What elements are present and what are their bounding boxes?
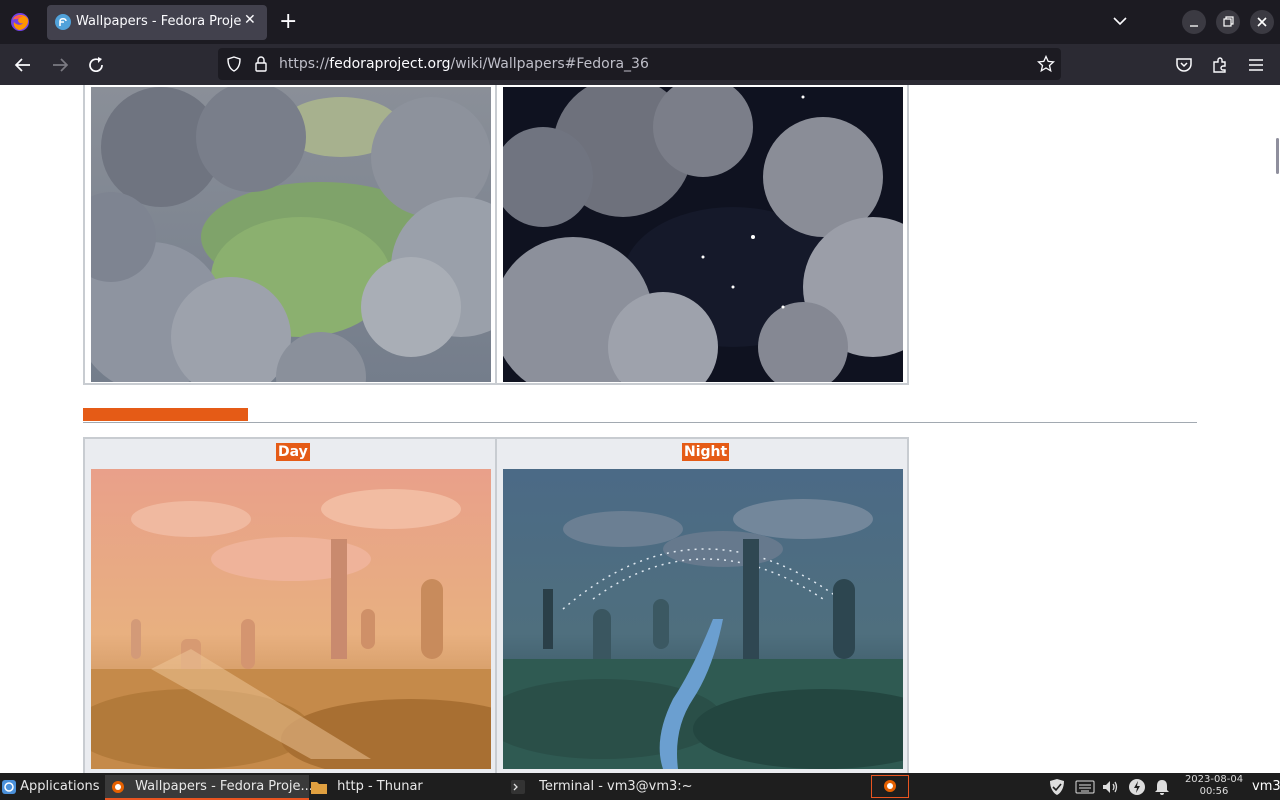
fedora-favicon xyxy=(55,14,71,30)
minimize-button[interactable] xyxy=(1182,10,1206,34)
applications-label: Applications xyxy=(20,779,100,794)
restore-icon xyxy=(1223,16,1234,27)
applications-menu[interactable]: Applications xyxy=(2,775,100,798)
minimize-icon xyxy=(1190,25,1198,27)
clouds-day-wallpaper[interactable] xyxy=(91,87,491,382)
url-domain: fedoraproject.org xyxy=(329,56,451,72)
task-firefox[interactable]: Wallpapers - Fedora Proje... xyxy=(105,775,313,800)
shield-icon[interactable] xyxy=(226,56,242,72)
tab-title: Wallpapers - Fedora Project xyxy=(76,14,242,29)
task-label: Terminal - vm3@vm3:~ xyxy=(539,779,693,794)
url-bar[interactable]: https://fedoraproject.org/wiki/Wallpaper… xyxy=(218,48,1061,80)
clock[interactable]: 2023-08-04 00:56 xyxy=(1183,774,1245,798)
folder-icon xyxy=(311,781,327,794)
gallery-cell-day: Day xyxy=(84,438,496,773)
browser-tab[interactable]: Wallpapers - Fedora Project ✕ xyxy=(47,5,267,40)
taskbar: Applications Wallpapers - Fedora Proje..… xyxy=(0,773,1280,800)
hamburger-menu-icon[interactable] xyxy=(1248,57,1264,73)
power-icon[interactable] xyxy=(1128,778,1146,796)
security-shield-icon[interactable] xyxy=(1048,778,1066,796)
scrollbar-thumb[interactable] xyxy=(1276,138,1279,174)
keyboard-icon[interactable] xyxy=(1075,780,1095,794)
tab-close-button[interactable]: ✕ xyxy=(244,12,256,28)
forward-arrow-icon[interactable] xyxy=(51,56,69,74)
wallpaper-gallery-day-night: Day Night xyxy=(83,437,909,773)
gallery-cell-night xyxy=(496,85,908,384)
workspace-switcher[interactable] xyxy=(871,775,909,798)
section-heading-highlight xyxy=(83,408,248,421)
task-thunar[interactable]: http - Thunar xyxy=(307,775,501,798)
close-icon xyxy=(1257,17,1267,27)
back-arrow-icon[interactable] xyxy=(14,56,32,74)
city-night-wallpaper[interactable] xyxy=(503,469,903,769)
extensions-icon[interactable] xyxy=(1211,56,1229,74)
url-scheme: https:// xyxy=(279,56,330,72)
clock-date: 2023-08-04 xyxy=(1184,774,1244,785)
task-label: Wallpapers - Fedora Proje... xyxy=(135,779,313,794)
reload-icon[interactable] xyxy=(87,56,105,74)
new-tab-button[interactable]: + xyxy=(279,9,297,35)
url-text[interactable]: https://fedoraproject.org/wiki/Wallpaper… xyxy=(279,56,649,72)
task-label: http - Thunar xyxy=(337,779,423,794)
firefox-icon[interactable] xyxy=(9,11,31,33)
city-day-wallpaper[interactable] xyxy=(91,469,491,769)
user-menu[interactable]: vm3 xyxy=(1252,779,1280,794)
task-terminal[interactable]: Terminal - vm3@vm3:~ xyxy=(507,775,701,798)
page-content: Day Night xyxy=(0,85,1280,773)
day-caption: Day xyxy=(276,443,310,461)
terminal-icon xyxy=(511,779,525,794)
firefox-icon xyxy=(112,780,124,793)
gallery-cell-day xyxy=(84,85,496,384)
volume-icon[interactable] xyxy=(1101,778,1119,796)
lock-icon[interactable] xyxy=(254,56,268,72)
nav-bar: https://fedoraproject.org/wiki/Wallpaper… xyxy=(0,44,1280,86)
url-path: /wiki/Wallpapers#Fedora_36 xyxy=(450,56,649,72)
close-window-button[interactable] xyxy=(1250,10,1274,34)
chevron-down-icon[interactable] xyxy=(1112,13,1128,29)
applications-icon xyxy=(2,779,16,794)
notification-bell-icon[interactable] xyxy=(1154,778,1170,796)
night-caption: Night xyxy=(682,443,730,461)
section-divider xyxy=(83,422,1197,423)
clock-time: 00:56 xyxy=(1199,786,1229,797)
gallery-cell-night: Night xyxy=(496,438,908,773)
firefox-icon xyxy=(884,780,896,792)
tab-bar: Wallpapers - Fedora Project ✕ + xyxy=(0,0,1280,44)
bookmark-star-icon[interactable] xyxy=(1037,55,1055,73)
wallpaper-gallery-top xyxy=(83,85,909,385)
pocket-icon[interactable] xyxy=(1175,56,1193,74)
clouds-night-wallpaper[interactable] xyxy=(503,87,903,382)
maximize-button[interactable] xyxy=(1216,10,1240,34)
